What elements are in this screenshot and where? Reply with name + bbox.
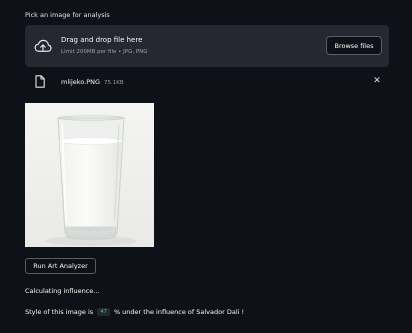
uploader-label: Pick an image for analysis — [25, 11, 110, 19]
result-text: Style of this image is 47 % under the in… — [25, 308, 244, 316]
status-text: Calculating influence... — [25, 287, 100, 295]
close-icon[interactable]: ✕ — [372, 76, 382, 86]
file-name-text: mlijeko.PNG — [61, 78, 101, 86]
run-art-analyzer-button[interactable]: Run Art Analyzer — [25, 258, 96, 274]
result-value: 47 — [97, 308, 110, 316]
file-icon — [35, 75, 45, 88]
glass-of-milk-image — [25, 103, 154, 247]
result-suffix: % under the influence of Salvador Dali ! — [113, 308, 245, 316]
browse-files-button[interactable]: Browse files — [326, 36, 382, 55]
file-size: 75.1KB — [104, 80, 124, 86]
result-prefix: Style of this image is — [25, 308, 94, 316]
dropzone-limit: Limit 200MB per file • JPG, PNG — [61, 49, 148, 55]
file-dropzone[interactable]: Drag and drop file here Limit 200MB per … — [25, 25, 389, 67]
app-root: Pick an image for analysis Drag and drop… — [0, 0, 412, 333]
uploaded-image — [25, 103, 154, 247]
file-name: mlijeko.PNG 75.1KB — [61, 78, 124, 86]
uploaded-file-row: mlijeko.PNG 75.1KB ✕ — [25, 74, 389, 92]
dropzone-title: Drag and drop file here — [61, 36, 143, 44]
cloud-upload-icon — [34, 39, 52, 52]
